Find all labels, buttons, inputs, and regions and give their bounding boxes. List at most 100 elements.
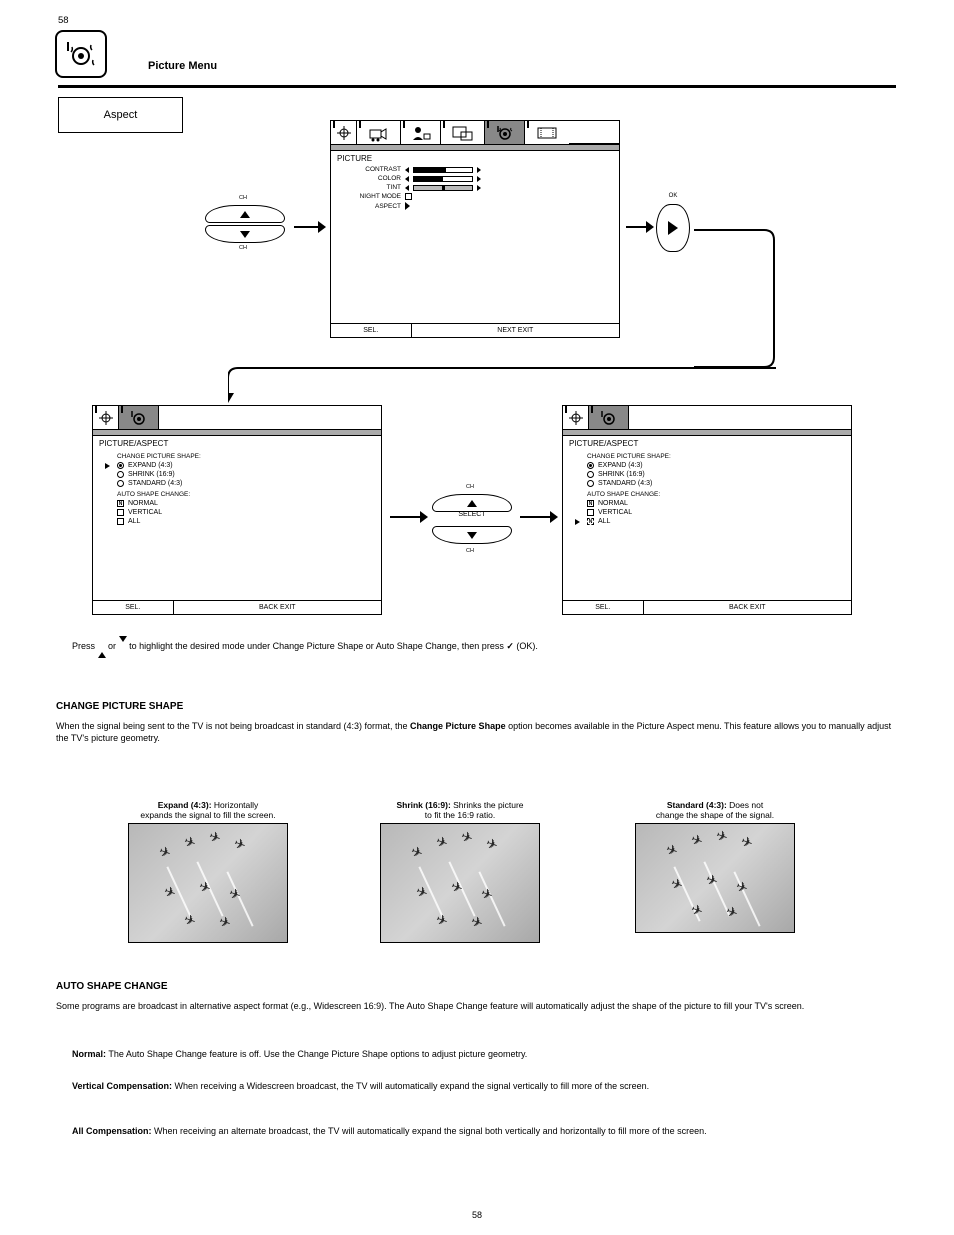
osd-foot-sel: SEL. [331, 324, 412, 337]
tab-picture-active[interactable] [119, 406, 159, 429]
opt-all-label-2: ALL [598, 518, 610, 525]
osd2-opt-normal[interactable]: NNORMAL [93, 499, 381, 508]
instr-b: or [108, 641, 119, 651]
crosshair-icon [564, 409, 588, 427]
instr-d: (OK). [516, 641, 538, 651]
cs-desc-a: When the signal being sent to the TV is … [56, 721, 410, 731]
sample-standard-image: ✈✈✈✈ ✈✈✈ ✈✈ [635, 823, 795, 933]
osd-aspect-menu-left: PICTURE/ASPECT CHANGE PICTURE SHAPE: EXP… [92, 405, 382, 615]
osd-aspect-row[interactable]: ASPECT [331, 201, 619, 211]
flow-arrow-right-2 [626, 218, 654, 236]
change-shape-heading: CHANGE PICTURE SHAPE [56, 700, 896, 714]
osd2-opt-expand[interactable]: EXPAND (4:3) [93, 461, 381, 470]
ch-down-button[interactable] [205, 225, 285, 243]
subsection-box: Aspect [58, 97, 183, 133]
osd2-footer: SEL. BACK EXIT [93, 600, 381, 614]
flow-arrow-right-1 [294, 218, 326, 236]
cap-shr-b: Shrinks the picture [451, 800, 524, 810]
sample-expand-caption: Expand (4:3): Horizontally expands the s… [108, 800, 308, 820]
opt-expand-label: EXPAND (4:3) [128, 462, 173, 469]
auto-all-line: All Compensation: When receiving an alte… [72, 1125, 896, 1137]
osd-foot-next-exit: NEXT EXIT [412, 324, 619, 337]
tab-picture-active[interactable] [589, 406, 629, 429]
flow-arrow-right-4 [520, 508, 558, 526]
osd3-opt-normal[interactable]: NNORMAL [563, 499, 851, 508]
osd-picture-menu: PICTURE CONTRAST COLOR TINT NIGHT MODE A… [330, 120, 620, 338]
check-glyph: ✓ [506, 641, 514, 651]
crosshair-icon [94, 409, 118, 427]
osd-aspect-menu-right: PICTURE/ASPECT CHANGE PICTURE SHAPE: EXP… [562, 405, 852, 615]
picture-dial-icon [597, 409, 621, 427]
sample-shrink-image: ✈✈✈✈ ✈✈✈ ✈✈ [380, 823, 540, 943]
cap-std-c: change the shape of the signal. [656, 810, 774, 820]
osd-contrast-row[interactable]: CONTRAST [331, 165, 619, 174]
opt-vertical-label: VERTICAL [128, 509, 162, 516]
osd2-foot-back-exit: BACK EXIT [174, 601, 381, 614]
an-b: The Auto Shape Change feature is off. Us… [108, 1049, 527, 1059]
osd2-breadcrumb: PICTURE/ASPECT [93, 436, 381, 450]
osd3-footer: SEL. BACK EXIT [563, 600, 851, 614]
osd-nightmode-row[interactable]: NIGHT MODE [331, 192, 619, 201]
tab-clock[interactable] [525, 121, 569, 144]
av-b: When receiving a Widescreen broadcast, t… [175, 1081, 650, 1091]
osd2-opt-all[interactable]: ALL [93, 517, 381, 526]
tab-guide[interactable] [563, 406, 589, 429]
osd3-opt-all[interactable]: NALL [563, 517, 851, 526]
opt-all-label: ALL [128, 518, 140, 525]
osd-color-row[interactable]: COLOR [331, 174, 619, 183]
tab-profile[interactable] [401, 121, 441, 144]
pip-icon [451, 124, 475, 142]
osd3-opt-expand[interactable]: EXPAND (4:3) [563, 461, 851, 470]
sample-shrink: Shrink (16:9): Shrinks the picture to fi… [360, 800, 560, 943]
ch-label: CH [239, 195, 247, 201]
ch-updown-control-2[interactable]: CH SELECT CH [432, 494, 512, 544]
tab-channel[interactable] [357, 121, 401, 144]
ch-updown-control-1[interactable]: CH CH [205, 205, 285, 243]
opt-standard-label: STANDARD (4:3) [128, 480, 182, 487]
osd2-group2-label: AUTO SHAPE CHANGE: [93, 488, 381, 499]
osd2-opt-shrink[interactable]: SHRINK (16:9) [93, 470, 381, 479]
osd3-opt-shrink[interactable]: SHRINK (16:9) [563, 470, 851, 479]
tab-guide[interactable] [93, 406, 119, 429]
av-a: Vertical Compensation: [72, 1081, 172, 1091]
change-shape-desc: When the signal being sent to the TV is … [56, 720, 896, 744]
sample-expand-image: ✈✈✈✈ ✈✈✈ ✈✈ [128, 823, 288, 943]
tab-guide[interactable] [331, 121, 357, 144]
auto-vertical-line: Vertical Compensation: When receiving a … [72, 1080, 896, 1092]
osd2-opt-vertical[interactable]: VERTICAL [93, 508, 381, 517]
tab-picture-active[interactable] [485, 121, 525, 144]
osd-tint-row[interactable]: TINT [331, 183, 619, 192]
cap-shr-a: Shrink (16:9): [396, 800, 450, 810]
instr-c: to highlight the desired mode under Chan… [129, 641, 506, 651]
opt-standard-label-2: STANDARD (4:3) [598, 480, 652, 487]
osd2-tab-row [93, 406, 381, 430]
ch-up-button[interactable] [205, 205, 285, 223]
osd2-foot-sel: SEL. [93, 601, 174, 614]
ch-down-button-2[interactable] [432, 526, 512, 544]
osd3-group1-label: CHANGE PICTURE SHAPE: [563, 450, 851, 461]
cap-exp-c: expands the signal to fill the screen. [140, 810, 275, 820]
osd3-opt-vertical[interactable]: VERTICAL [563, 508, 851, 517]
tab-pip[interactable] [441, 121, 485, 144]
cap-std-a: Standard (4:3): [667, 800, 727, 810]
aa-a: All Compensation: [72, 1126, 152, 1136]
ok-label: OK [656, 193, 690, 199]
contrast-label: CONTRAST [349, 166, 401, 173]
opt-expand-label-2: EXPAND (4:3) [598, 462, 643, 469]
ch-up-button-2[interactable] [432, 494, 512, 512]
osd2-opt-standard[interactable]: STANDARD (4:3) [93, 479, 381, 488]
ch-label-4: CH [466, 548, 474, 554]
crosshair-icon [332, 124, 356, 142]
cap-std-b: Does not [727, 800, 763, 810]
osd3-opt-standard[interactable]: STANDARD (4:3) [563, 479, 851, 488]
ok-button-right[interactable]: OK [656, 204, 690, 252]
instr-a: Press [72, 641, 98, 651]
ticket-icon [535, 124, 559, 142]
ch-label-2: CH [239, 245, 247, 251]
sample-standard-caption: Standard (4:3): Does not change the shap… [615, 800, 815, 820]
opt-shrink-label-2: SHRINK (16:9) [598, 471, 645, 478]
osd3-foot-sel: SEL. [563, 601, 644, 614]
play-icon [668, 221, 678, 235]
osd3-group2-label: AUTO SHAPE CHANGE: [563, 488, 851, 499]
cap-exp-a: Expand (4:3): [158, 800, 212, 810]
